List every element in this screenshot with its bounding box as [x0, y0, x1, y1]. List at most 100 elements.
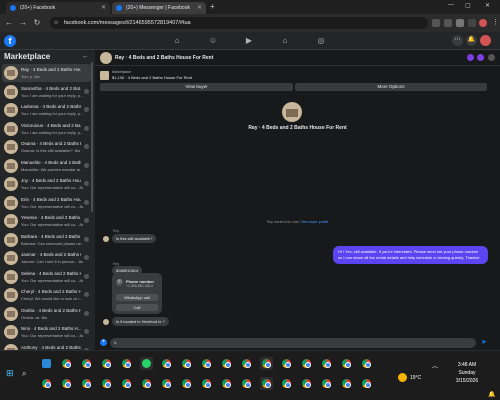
clock-time[interactable]: 3:48 AM [452, 362, 482, 368]
bookmark-star-icon[interactable] [444, 19, 452, 27]
reload-icon[interactable]: ↻ [32, 18, 42, 28]
message-outgoing[interactable]: Hi ! Yes, still available. If you're int… [333, 246, 488, 264]
clock-date[interactable]: 3/15/2026 [452, 378, 482, 384]
video-icon[interactable]: ▶ [244, 36, 254, 46]
site-info-icon[interactable]: ⊙ [54, 17, 58, 29]
conversation-item[interactable]: Nimi · 4 Beds and 2 Baths H... You: Our r… [2, 323, 91, 341]
network-icon[interactable]: ⌒ [432, 365, 438, 374]
chrome-app-icon[interactable] [322, 379, 331, 388]
conversation-item[interactable]: Ray · 4 Beds and 2 Baths House... You: y … [2, 64, 91, 82]
chrome-app-icon[interactable] [182, 379, 191, 388]
notifications-icon[interactable]: 🔔 [466, 35, 477, 46]
chrome-app-icon[interactable] [142, 379, 151, 388]
whatsapp-call-button[interactable]: WhatsApp call [116, 294, 158, 301]
chrome-app-icon[interactable] [62, 379, 71, 388]
chrome-app-icon[interactable] [82, 359, 91, 368]
chrome-app-icon[interactable] [182, 359, 191, 368]
chrome-app-icon[interactable] [262, 379, 271, 388]
minimize-icon[interactable]: — [448, 2, 454, 8]
chrome-app-icon[interactable] [282, 379, 291, 388]
listing-banner[interactable]: Marketplace $1,100 · 4 Beds and 2 Baths … [100, 69, 487, 82]
conversation-item[interactable]: Yesenia · 4 Beds and 2 Baths H... You: Ou… [2, 212, 91, 230]
chrome-app-icon[interactable] [242, 359, 251, 368]
close-tab-icon[interactable]: ✕ [101, 2, 106, 14]
windows-start-icon[interactable]: ⊞ [6, 369, 15, 378]
view-buyer-button[interactable]: View buyer [100, 83, 293, 91]
chrome-app-icon[interactable] [62, 359, 71, 368]
chrome-app-icon[interactable] [162, 379, 171, 388]
view-buyer-profile-link[interactable]: View buyer profile [301, 220, 329, 224]
edge-app-icon[interactable] [42, 359, 51, 368]
conversation-item[interactable]: Victoruious · 4 Beds and 2 Ba... You: I a… [2, 120, 91, 138]
chrome-app-icon[interactable] [202, 379, 211, 388]
call-button[interactable]: Call [116, 304, 158, 311]
extensions-icon[interactable] [456, 19, 464, 27]
whatsapp-app-icon[interactable] [142, 359, 151, 368]
translate-icon[interactable] [432, 19, 440, 27]
close-window-icon[interactable]: ✕ [485, 2, 490, 9]
chrome-app-icon[interactable] [42, 379, 51, 388]
chrome-app-icon[interactable] [202, 359, 211, 368]
message-incoming[interactable]: Is this still available? [112, 234, 157, 243]
facebook-logo[interactable]: f [4, 35, 16, 47]
chrome-app-icon[interactable] [302, 359, 311, 368]
chrome-app-icon[interactable] [342, 379, 351, 388]
chrome-app-icon[interactable] [102, 359, 111, 368]
chrome-app-icon[interactable] [342, 359, 351, 368]
chrome-app-icon[interactable] [322, 359, 331, 368]
new-tab-button[interactable]: + [210, 2, 215, 11]
back-arrow-icon[interactable]: ← [82, 53, 89, 60]
chrome-app-icon[interactable] [222, 379, 231, 388]
conversation-item[interactable]: Samantha · 4 Beds and 2 Bat... You: I am … [2, 83, 91, 101]
message-input[interactable]: a [110, 338, 476, 348]
maximize-icon[interactable]: ▢ [465, 2, 471, 9]
conversation-item[interactable]: Erin · 4 Beds and 2 Baths Hou... You: Our… [2, 194, 91, 212]
groups-icon[interactable]: ◎ [316, 36, 326, 46]
tab-facebook[interactable]: (20+) Facebook ✕ [6, 2, 110, 14]
marketplace-icon[interactable]: ⌂ [280, 36, 290, 46]
contact-profile-photo[interactable] [282, 102, 302, 122]
chrome-app-icon[interactable] [262, 359, 271, 368]
conversation-item[interactable]: Anthony · 4 Beds and 2 Baths...You: Our … [2, 342, 91, 350]
menu-grid-icon[interactable]: ⋯ [452, 35, 463, 46]
conversation-item[interactable]: Barbara · 4 Beds and 2 Baths H...Barbara… [2, 231, 91, 249]
chrome-app-icon[interactable] [362, 359, 371, 368]
send-icon[interactable]: ➤ [481, 339, 489, 347]
chrome-app-icon[interactable] [122, 359, 131, 368]
add-attachment-icon[interactable]: + [100, 339, 107, 346]
download-icon[interactable] [468, 19, 476, 27]
chrome-app-icon[interactable] [222, 359, 231, 368]
clock-day[interactable]: Sunday [452, 370, 482, 376]
back-arrow-icon[interactable]: ← [4, 18, 14, 28]
tab-messenger[interactable]: (20+) Messenger | Facebook ✕ [112, 2, 206, 14]
address-bar[interactable]: ⊙ facebook.com/messages/t/21465955728194… [50, 17, 428, 29]
chrome-app-icon[interactable] [302, 379, 311, 388]
info-icon[interactable] [488, 54, 495, 61]
message-incoming[interactable]: Is it located in Hereford tx ? [112, 317, 169, 326]
chrome-app-icon[interactable] [102, 379, 111, 388]
chat-title[interactable]: Ray · 4 Beds and 2 Baths House For Rent [115, 55, 213, 61]
chrome-app-icon[interactable] [122, 379, 131, 388]
chrome-app-icon[interactable] [82, 379, 91, 388]
video-call-icon[interactable] [477, 54, 484, 61]
chrome-app-icon[interactable] [162, 359, 171, 368]
chrome-app-icon[interactable] [242, 379, 251, 388]
chrome-app-icon[interactable] [282, 359, 291, 368]
conversation-item[interactable]: Selena · 4 Beds and 2 Baths H... You: Our… [2, 268, 91, 286]
conversation-item[interactable]: Ladonna · 4 Beds and 2 Baths... You: I am… [2, 101, 91, 119]
close-tab-icon[interactable]: ✕ [197, 2, 202, 14]
conversation-item[interactable]: Jasmar · 4 Beds and 2 Baths H... Jasmar: … [2, 249, 91, 267]
notification-center-icon[interactable]: 🔔 [488, 391, 495, 398]
more-options-button[interactable]: More Options [295, 83, 487, 91]
profile-avatar[interactable] [479, 19, 487, 27]
conversation-item[interactable]: Osama · 4 Beds and 2 Baths H... Osama: Is… [2, 138, 91, 156]
chrome-app-icon[interactable] [362, 379, 371, 388]
sidebar-scrollbar[interactable] [91, 62, 93, 212]
contact-avatar[interactable] [100, 52, 112, 64]
search-icon[interactable]: ⌕ [22, 369, 26, 379]
menu-kebab-icon[interactable]: ⋮ [492, 18, 499, 26]
account-avatar[interactable] [480, 35, 491, 46]
conversation-item[interactable]: Manuelito · 4 Beds and 2 Bath... Manuelit… [2, 157, 91, 175]
home-icon[interactable]: ⌂ [172, 36, 182, 46]
call-icon[interactable] [467, 54, 474, 61]
